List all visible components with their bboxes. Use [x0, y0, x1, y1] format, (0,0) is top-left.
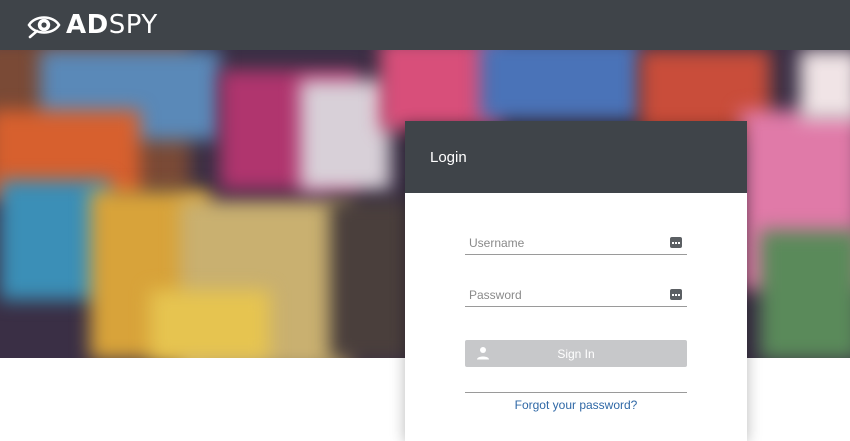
login-card-header: Login [405, 121, 747, 193]
brand-logo[interactable]: ADSPY [26, 11, 158, 39]
user-icon [477, 347, 489, 360]
forgot-password-link[interactable]: Forgot your password? [465, 398, 687, 412]
login-title: Login [430, 148, 467, 166]
username-field [465, 234, 687, 255]
top-navbar: ADSPY [0, 0, 850, 50]
sign-in-label: Sign In [557, 346, 595, 361]
login-card: Login Sign In Forgot your password? [405, 121, 747, 441]
divider [465, 392, 687, 393]
sign-in-button[interactable]: Sign In [465, 340, 687, 367]
eye-icon [27, 16, 61, 39]
password-manager-icon[interactable] [670, 237, 682, 248]
brand-name-thin: SPY [108, 10, 158, 40]
password-input[interactable] [465, 286, 659, 304]
password-field [465, 286, 687, 307]
username-input[interactable] [465, 234, 659, 252]
brand-name-bold: AD [66, 10, 109, 40]
password-manager-icon[interactable] [670, 289, 682, 300]
brand-name: ADSPY [66, 11, 158, 39]
